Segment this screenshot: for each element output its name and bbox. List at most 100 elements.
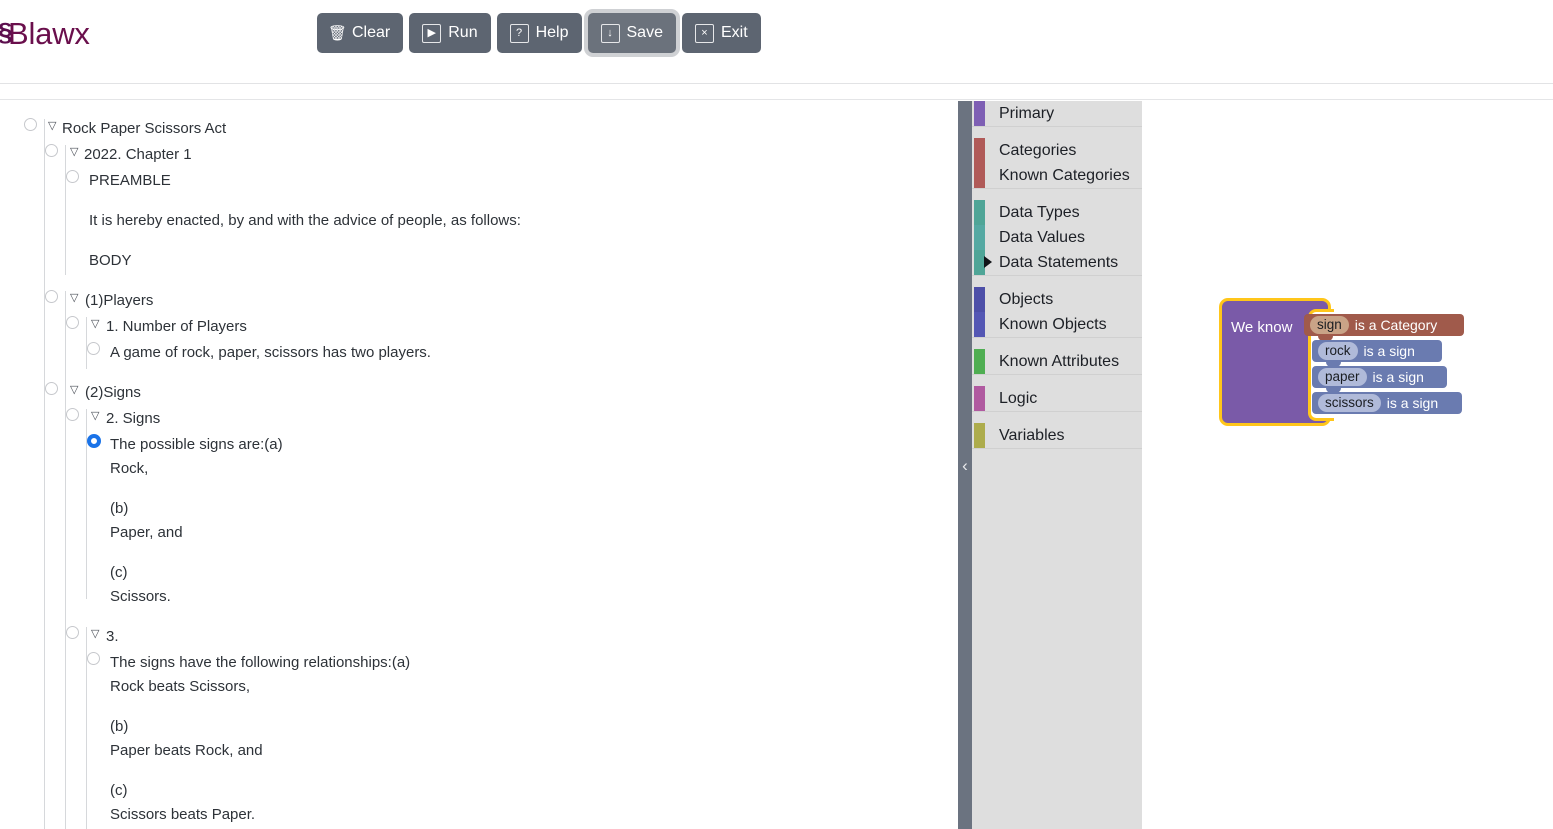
toolbox-group-gap — [972, 189, 1142, 200]
run-button[interactable]: ▶ Run — [409, 13, 491, 53]
category-field[interactable]: sign — [1310, 316, 1349, 334]
clear-button-label: Clear — [352, 24, 391, 41]
sign-statement-text-scissors: is a sign — [1386, 395, 1439, 411]
tree-node-radio[interactable] — [66, 316, 79, 329]
sign-field-paper[interactable]: paper — [1318, 368, 1367, 386]
blockly-toolbox[interactable]: Primary Categories Known Categories Data Ty… — [972, 101, 1142, 829]
toolbox-category-known-categories[interactable]: Known Categories — [972, 163, 1142, 188]
toolbox-category-label: Known Objects — [999, 316, 1107, 333]
tree-node-radio[interactable] — [45, 382, 58, 395]
tree-node-label[interactable]: (1)Players — [85, 293, 153, 308]
sign-statement-text-rock: is a sign — [1363, 343, 1415, 359]
tree-node-label[interactable]: The possible signs are:(a) — [110, 437, 283, 452]
category-color-swatch — [974, 386, 985, 411]
toolbox-category-variables[interactable]: Variables — [972, 423, 1142, 448]
category-statement-text: is a Category — [1354, 317, 1438, 333]
toolbox-category-objects[interactable]: Objects — [972, 287, 1142, 312]
app-logo[interactable]: §Blawx — [0, 16, 90, 52]
category-color-swatch — [974, 101, 985, 126]
help-button[interactable]: ? Help — [496, 13, 582, 53]
tree-node-radio[interactable] — [24, 118, 37, 131]
tree-node-radio[interactable] — [66, 626, 79, 639]
tree-expand-caret-icon[interactable]: ▽ — [70, 147, 78, 158]
blawx-app: §Blawx 🗑Clear ▶ Run? Help ↓ Save × Exit ▽ Rock P… — [0, 0, 1553, 829]
sign-statement-text-paper: is a sign — [1372, 369, 1424, 385]
toolbox-category-logic[interactable]: Logic — [972, 386, 1142, 411]
sign-field-rock[interactable]: rock — [1318, 342, 1358, 360]
tree-guide-line — [65, 383, 66, 829]
tree-node-radio[interactable] — [87, 342, 100, 355]
toolbox-category-known-attributes[interactable]: Known Attributes — [972, 349, 1142, 374]
toolbox-category-label: Categories — [999, 142, 1077, 159]
tree-guide-line — [86, 317, 87, 369]
category-color-swatch — [974, 287, 985, 312]
tree-node-label[interactable]: The signs have the following relationshi… — [110, 655, 410, 670]
tree-node-label[interactable]: PREAMBLE — [89, 173, 171, 188]
exit-button[interactable]: × Exit — [681, 13, 761, 53]
sign-field-scissors[interactable]: scissors — [1318, 394, 1381, 412]
tree-node-radio[interactable] — [45, 144, 58, 157]
category-color-swatch — [974, 225, 985, 250]
toolbox-category-data-values[interactable]: Data Values — [972, 225, 1142, 250]
tree-node-radio[interactable] — [66, 170, 79, 183]
app-header: §Blawx 🗑Clear ▶ Run? Help ↓ Save × Exit — [0, 0, 1553, 84]
tree-node-label[interactable]: 3. — [106, 629, 119, 644]
we-know-label: We know — [1231, 319, 1293, 336]
tree-node-text: Rock, — [110, 460, 149, 477]
toolbox-category-primary[interactable]: Primary — [972, 101, 1142, 126]
tree-node-label[interactable]: 1. Number of Players — [106, 319, 247, 334]
tree-node-text: (b) — [110, 500, 129, 517]
toolbox-category-label: Known Categories — [999, 167, 1130, 184]
tree-node-text: It is hereby enacted, by and with the ad… — [89, 212, 521, 229]
toolbox-category-label: Data Types — [999, 204, 1080, 221]
tree-node-text: (b) — [110, 718, 129, 735]
tree-node-text: Rock beats Scissors, — [110, 678, 251, 695]
tree-node-label[interactable]: 2022. Chapter 1 — [84, 147, 192, 162]
sign-statement-block-rock[interactable]: rock is a sign — [1312, 340, 1442, 367]
tree-node-label[interactable]: Rock Paper Scissors Act — [62, 121, 226, 136]
pane-splitter[interactable]: ‹ — [958, 101, 972, 829]
tree-node-radio[interactable] — [87, 652, 100, 665]
category-expand-arrow-icon[interactable] — [984, 256, 992, 268]
toolbox-category-known-objects[interactable]: Known Objects — [972, 312, 1142, 337]
collapse-chevron-icon[interactable]: ‹ — [958, 101, 972, 829]
tree-node-radio[interactable] — [87, 434, 101, 448]
toolbox-category-label: Primary — [999, 105, 1055, 122]
toolbox-category-label: Data Values — [999, 229, 1085, 246]
help-button-label: Help — [535, 24, 569, 41]
tree-node-label[interactable]: A game of rock, paper, scissors has two … — [110, 345, 431, 360]
sign-statement-block-paper[interactable]: paper is a sign — [1312, 366, 1447, 393]
tree-expand-caret-icon[interactable]: ▽ — [70, 293, 78, 304]
toolbox-category-data-types[interactable]: Data Types — [972, 200, 1142, 225]
toolbox-group-gap — [972, 412, 1142, 423]
tree-expand-caret-icon[interactable]: ▽ — [91, 319, 99, 330]
toolbox-category-label: Logic — [999, 390, 1038, 407]
tree-node-label[interactable]: 2. Signs — [106, 411, 160, 426]
category-color-swatch — [974, 312, 985, 337]
tree-node-text: BODY — [89, 252, 132, 269]
tree-node-label[interactable]: (2)Signs — [85, 385, 141, 400]
tree-expand-caret-icon[interactable]: ▽ — [70, 385, 78, 396]
tree-expand-caret-icon[interactable]: ▽ — [91, 629, 99, 640]
sign-statement-block-scissors[interactable]: scissors is a sign — [1312, 392, 1462, 414]
category-statement-block[interactable]: sign is a Category — [1304, 314, 1464, 341]
tree-expand-caret-icon[interactable]: ▽ — [91, 411, 99, 422]
tree-node-radio[interactable] — [45, 290, 58, 303]
toolbox-category-data-statements[interactable]: Data Statements — [972, 250, 1142, 275]
main-toolbar: 🗑 Clear ▶ Run? Help ↓ Save × Exit — [317, 13, 761, 53]
toolbox-group-gap — [972, 449, 1142, 460]
document-tree-pane[interactable]: ▽ Rock Paper Scissors Act ▽ 2022. Chapter 1… — [0, 101, 946, 829]
header-divider — [0, 99, 1553, 100]
category-color-swatch — [974, 349, 985, 374]
toolbox-group-gap — [972, 127, 1142, 138]
clear-button[interactable]: 🗑 Clear — [317, 13, 404, 53]
blockly-workspace[interactable]: We know sign is a Category rock is a sig… — [1142, 101, 1553, 829]
tree-expand-caret-icon[interactable]: ▽ — [48, 121, 56, 132]
toolbox-category-categories[interactable]: Categories — [972, 138, 1142, 163]
tree-node-radio[interactable] — [66, 408, 79, 421]
exit-button-label: Exit — [720, 24, 748, 41]
toolbox-category-label: Data Statements — [999, 254, 1119, 271]
toolbox-category-label: Objects — [999, 291, 1054, 308]
save-button[interactable]: ↓ Save — [587, 13, 676, 53]
category-color-swatch — [974, 200, 985, 225]
